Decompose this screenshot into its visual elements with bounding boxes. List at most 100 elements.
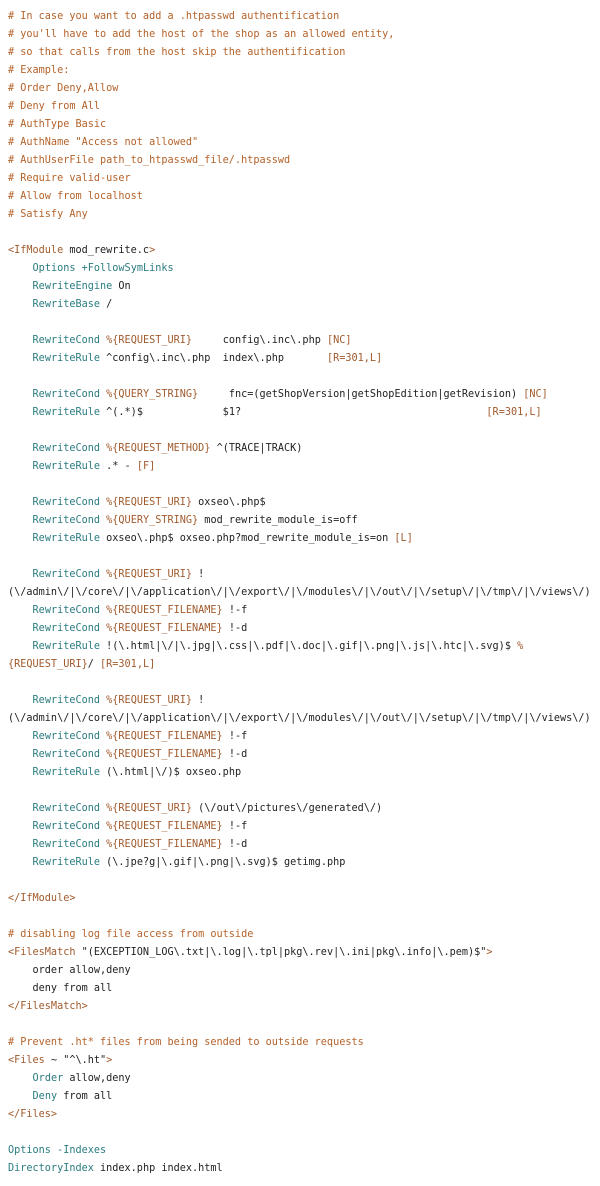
code-line: RewriteCond %{REQUEST_FILENAME} !-f: [8, 818, 594, 836]
code-token: !-f: [222, 821, 248, 832]
code-line: RewriteRule oxseo\.php$ oxseo.php?mod_re…: [8, 530, 594, 548]
code-line: # AuthName "Access not allowed": [8, 134, 594, 152]
code-line: </FilesMatch>: [8, 998, 594, 1016]
code-token: %{QUERY_STRING}: [106, 515, 199, 526]
code-line: # AuthUserFile path_to_htpasswd_file/.ht…: [8, 152, 594, 170]
code-token: Options: [32, 263, 76, 274]
code-line: # Prevent .ht* files from being sended t…: [8, 1034, 594, 1052]
code-token: RewriteCond: [32, 335, 101, 346]
code-line: </Files>: [8, 1106, 594, 1124]
code-token: .* -: [100, 461, 137, 472]
code-token: (\.html|\/)$ oxseo.php: [100, 767, 242, 778]
code-token: /: [87, 659, 101, 670]
code-token: oxseo\.php$ oxseo.php?mod_rewrite_module…: [100, 533, 395, 544]
code-token: # Require valid-user: [8, 173, 131, 184]
code-token: fnc=(getShopVersion|getShopEdition|getRe…: [198, 389, 524, 400]
code-token: On: [112, 281, 131, 292]
code-line: RewriteRule (\.html|\/)$ oxseo.php: [8, 764, 594, 782]
code-token: # AuthName "Access not allowed": [8, 137, 199, 148]
code-token: RewriteRule: [32, 353, 101, 364]
code-token: !-f: [222, 731, 248, 742]
code-line: RewriteCond %{REQUEST_URI} (\/out\/pictu…: [8, 800, 594, 818]
code-token: </IfModule>: [8, 893, 76, 904]
code-token: %{REQUEST_URI}: [106, 803, 193, 814]
code-line: RewriteCond %{QUERY_STRING} fnc=(getShop…: [8, 386, 594, 404]
code-line: RewriteCond %{QUERY_STRING} mod_rewrite_…: [8, 512, 594, 530]
code-line: (\/admin\/|\/core\/|\/application\/|\/ex…: [8, 584, 594, 602]
code-token: config\.inc\.php: [192, 335, 327, 346]
code-line: # AuthType Basic: [8, 116, 594, 134]
code-token: # Example:: [8, 65, 70, 76]
code-token: >: [486, 947, 493, 958]
code-token: <Files: [8, 1055, 45, 1066]
code-token: {REQUEST_URI}: [8, 659, 88, 670]
code-line: RewriteCond %{REQUEST_URI} !: [8, 566, 594, 584]
code-token: %{QUERY_STRING}: [106, 389, 199, 400]
code-token: !: [192, 569, 205, 580]
code-token: RewriteCond: [32, 443, 101, 454]
code-line: RewriteCond %{REQUEST_FILENAME} !-d: [8, 746, 594, 764]
code-token: RewriteCond: [32, 497, 101, 508]
code-token: RewriteRule: [32, 767, 101, 778]
code-token: # AuthType Basic: [8, 119, 107, 130]
code-token: order allow,deny: [8, 965, 131, 976]
htaccess-code-view: # In case you want to add a .htpasswd au…: [8, 8, 594, 1178]
code-line: # so that calls from the host skip the a…: [8, 44, 594, 62]
code-token: RewriteCond: [32, 821, 101, 832]
code-token: "(EXCEPTION_LOG\.txt|\.log|\.tpl|pkg\.re…: [75, 947, 487, 958]
code-line: (\/admin\/|\/core\/|\/application\/|\/ex…: [8, 710, 594, 728]
code-token: (\/out\/pictures\/generated\/): [192, 803, 383, 814]
code-token: !: [192, 695, 205, 706]
code-token: /: [100, 299, 113, 310]
code-line: # Satisfy Any: [8, 206, 594, 224]
code-token: %{REQUEST_FILENAME}: [106, 749, 223, 760]
code-token: ^config\.inc\.php index\.php: [100, 353, 327, 364]
code-line: <IfModule mod_rewrite.c>: [8, 242, 594, 260]
code-token: !-d: [222, 623, 248, 634]
code-token: +FollowSymLinks: [81, 263, 174, 274]
code-line: # Allow from localhost: [8, 188, 594, 206]
code-token: !-d: [222, 749, 248, 760]
code-token: # so that calls from the host skip the a…: [8, 47, 346, 58]
code-token: >: [149, 245, 156, 256]
code-line: RewriteRule !(\.html|\/|\.jpg|\.css|\.pd…: [8, 638, 594, 656]
code-token: %{REQUEST_FILENAME}: [106, 731, 223, 742]
code-token: [R=301,L]: [486, 407, 542, 418]
code-token: [L]: [394, 533, 413, 544]
code-line: deny from all: [8, 980, 594, 998]
code-token: RewriteCond: [32, 749, 101, 760]
code-token: # you'll have to add the host of the sho…: [8, 29, 395, 40]
code-token: # disabling log file access from outside: [8, 929, 254, 940]
code-token: (\.jpe?g|\.gif|\.png|\.svg)$ getimg.php: [100, 857, 346, 868]
code-line: RewriteCond %{REQUEST_FILENAME} !-f: [8, 728, 594, 746]
code-token: Order: [32, 1073, 64, 1084]
code-token: !(\.html|\/|\.jpg|\.css|\.pdf|\.doc|\.gi…: [100, 641, 518, 652]
code-line: # Require valid-user: [8, 170, 594, 188]
code-token: %{REQUEST_FILENAME}: [106, 839, 223, 850]
code-token: RewriteRule: [32, 641, 101, 652]
code-token: mod_rewrite.c: [63, 245, 150, 256]
code-line: Options +FollowSymLinks: [8, 260, 594, 278]
